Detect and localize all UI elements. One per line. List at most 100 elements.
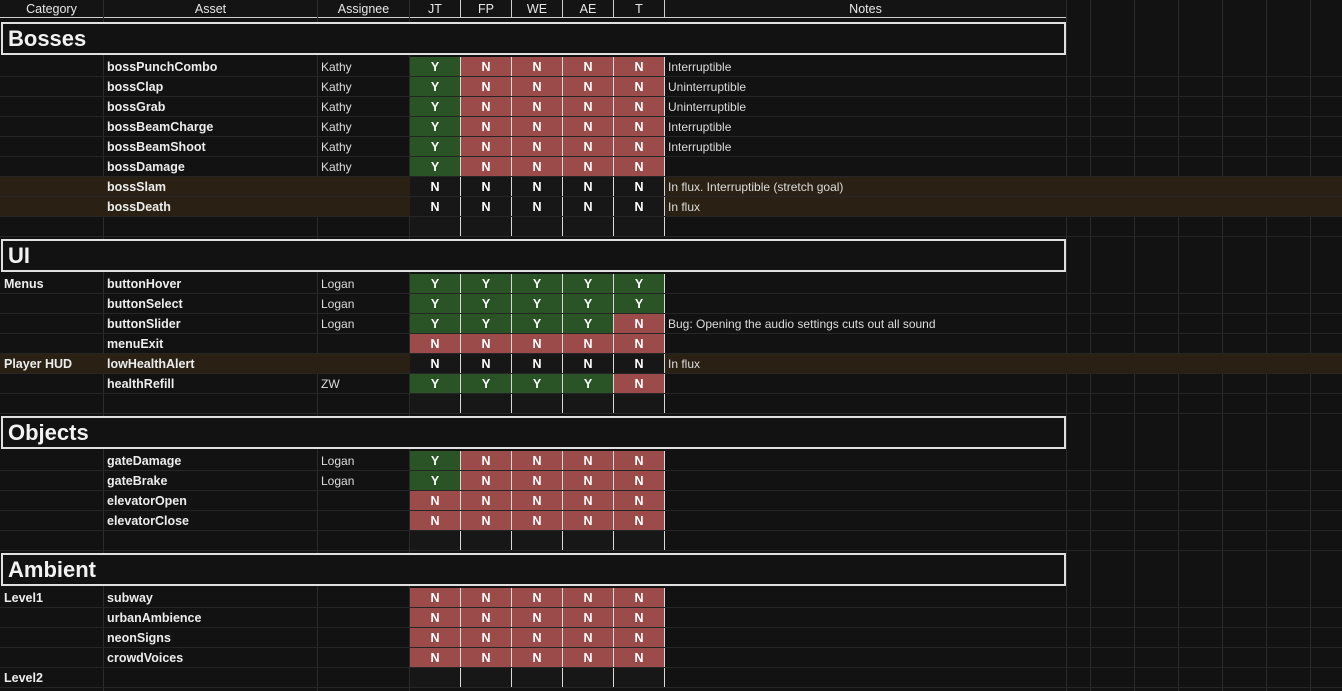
notes-cell[interactable]: [666, 394, 1064, 414]
status-cell[interactable]: [410, 217, 461, 237]
asset-cell[interactable]: neonSigns: [105, 628, 317, 648]
status-cell[interactable]: Y: [410, 97, 461, 117]
notes-cell[interactable]: [666, 511, 1064, 531]
status-cell[interactable]: N: [614, 374, 665, 394]
category-cell[interactable]: [2, 117, 103, 137]
category-cell[interactable]: [2, 471, 103, 491]
status-cell[interactable]: N: [512, 354, 563, 374]
status-cell[interactable]: [563, 394, 614, 414]
status-cell[interactable]: N: [461, 628, 512, 648]
status-cell[interactable]: N: [614, 511, 665, 531]
category-cell[interactable]: [2, 374, 103, 394]
status-cell[interactable]: N: [563, 77, 614, 97]
asset-cell[interactable]: bossBeamShoot: [105, 137, 317, 157]
status-cell[interactable]: [461, 531, 512, 551]
status-cell[interactable]: N: [512, 197, 563, 217]
notes-cell[interactable]: [666, 217, 1064, 237]
status-cell[interactable]: N: [461, 117, 512, 137]
status-cell[interactable]: Y: [410, 157, 461, 177]
status-cell[interactable]: N: [563, 491, 614, 511]
notes-cell[interactable]: [666, 608, 1064, 628]
status-cell[interactable]: N: [512, 608, 563, 628]
notes-cell[interactable]: [666, 294, 1064, 314]
notes-cell[interactable]: [666, 157, 1064, 177]
status-cell[interactable]: Y: [410, 471, 461, 491]
status-cell[interactable]: [614, 394, 665, 414]
status-cell[interactable]: N: [410, 588, 461, 608]
status-cell[interactable]: N: [563, 628, 614, 648]
notes-cell[interactable]: In flux: [666, 354, 1064, 374]
status-cell[interactable]: Y: [512, 314, 563, 334]
category-cell[interactable]: [2, 628, 103, 648]
notes-cell[interactable]: [666, 471, 1064, 491]
status-cell[interactable]: N: [410, 354, 461, 374]
status-cell[interactable]: Y: [410, 137, 461, 157]
notes-cell[interactable]: [666, 374, 1064, 394]
assignee-cell[interactable]: [319, 197, 409, 217]
notes-cell[interactable]: [666, 531, 1064, 551]
status-cell[interactable]: N: [614, 57, 665, 77]
asset-cell[interactable]: bossDamage: [105, 157, 317, 177]
assignee-cell[interactable]: [319, 394, 409, 414]
notes-cell[interactable]: Interruptible: [666, 57, 1064, 77]
header-jt[interactable]: JT: [410, 0, 461, 18]
assignee-cell[interactable]: [319, 588, 409, 608]
status-cell[interactable]: Y: [563, 294, 614, 314]
status-cell[interactable]: Y: [410, 314, 461, 334]
assignee-cell[interactable]: Logan: [319, 451, 409, 471]
assignee-cell[interactable]: Kathy: [319, 77, 409, 97]
category-cell[interactable]: Level1: [2, 588, 103, 608]
status-cell[interactable]: N: [461, 157, 512, 177]
category-cell[interactable]: [2, 77, 103, 97]
header-asset[interactable]: Asset: [104, 0, 318, 18]
status-cell[interactable]: Y: [512, 274, 563, 294]
status-cell[interactable]: Y: [461, 294, 512, 314]
notes-cell[interactable]: In flux: [666, 197, 1064, 217]
asset-cell[interactable]: urbanAmbience: [105, 608, 317, 628]
status-cell[interactable]: [563, 531, 614, 551]
assignee-cell[interactable]: [319, 628, 409, 648]
asset-cell[interactable]: bossClap: [105, 77, 317, 97]
status-cell[interactable]: N: [512, 97, 563, 117]
header-t[interactable]: T: [614, 0, 665, 18]
category-cell[interactable]: [2, 294, 103, 314]
status-cell[interactable]: N: [410, 511, 461, 531]
status-cell[interactable]: N: [614, 491, 665, 511]
assignee-cell[interactable]: [319, 354, 409, 374]
asset-cell[interactable]: gateDamage: [105, 451, 317, 471]
category-cell[interactable]: [2, 97, 103, 117]
status-cell[interactable]: [461, 217, 512, 237]
assignee-cell[interactable]: Kathy: [319, 97, 409, 117]
notes-cell[interactable]: [666, 451, 1064, 471]
status-cell[interactable]: Y: [563, 374, 614, 394]
asset-cell[interactable]: bossBeamCharge: [105, 117, 317, 137]
status-cell[interactable]: Y: [461, 274, 512, 294]
status-cell[interactable]: N: [461, 197, 512, 217]
status-cell[interactable]: N: [512, 157, 563, 177]
section-header[interactable]: Ambient: [1, 553, 1066, 586]
assignee-cell[interactable]: [319, 608, 409, 628]
status-cell[interactable]: [563, 668, 614, 688]
status-cell[interactable]: N: [461, 354, 512, 374]
status-cell[interactable]: N: [614, 451, 665, 471]
assignee-cell[interactable]: [319, 531, 409, 551]
status-cell[interactable]: N: [512, 588, 563, 608]
status-cell[interactable]: N: [410, 334, 461, 354]
status-cell[interactable]: [512, 394, 563, 414]
status-cell[interactable]: N: [614, 648, 665, 668]
status-cell[interactable]: Y: [461, 374, 512, 394]
status-cell[interactable]: [410, 668, 461, 688]
status-cell[interactable]: N: [512, 471, 563, 491]
category-cell[interactable]: [2, 491, 103, 511]
status-cell[interactable]: N: [563, 97, 614, 117]
notes-cell[interactable]: [666, 668, 1064, 688]
status-cell[interactable]: [410, 531, 461, 551]
status-cell[interactable]: N: [563, 588, 614, 608]
status-cell[interactable]: N: [614, 117, 665, 137]
notes-cell[interactable]: Interruptible: [666, 137, 1064, 157]
category-cell[interactable]: [2, 157, 103, 177]
status-cell[interactable]: N: [614, 334, 665, 354]
category-cell[interactable]: [2, 608, 103, 628]
status-cell[interactable]: N: [410, 608, 461, 628]
notes-cell[interactable]: Bug: Opening the audio settings cuts out…: [666, 314, 1064, 334]
